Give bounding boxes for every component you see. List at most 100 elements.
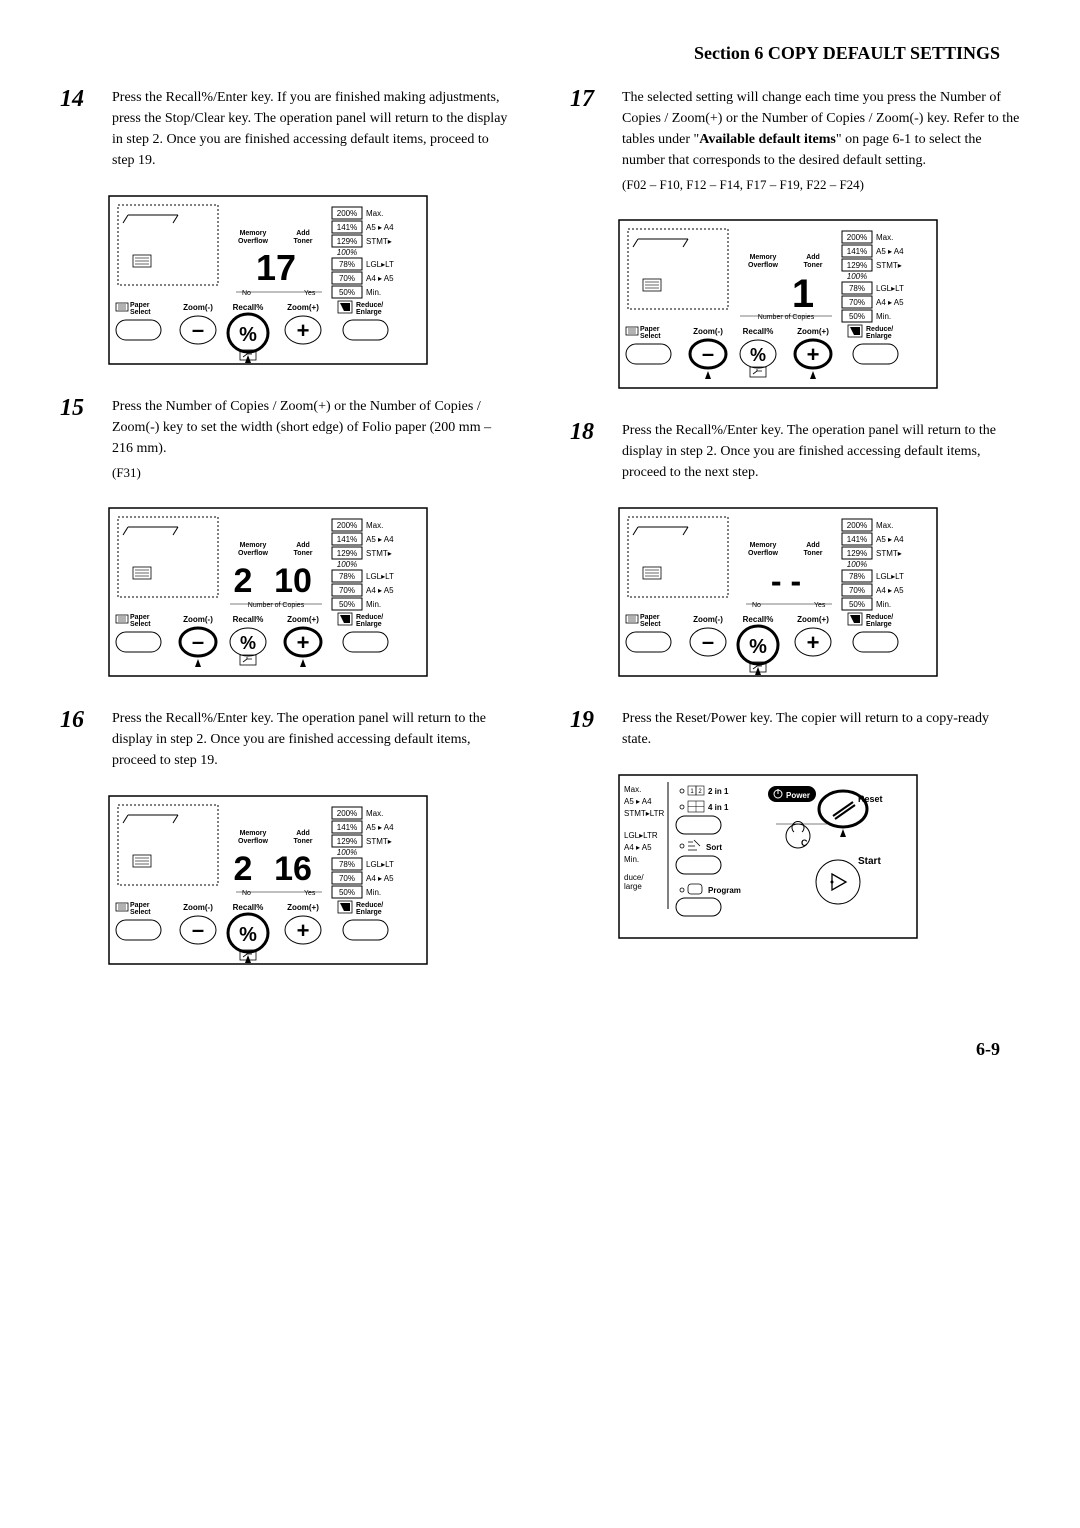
svg-text:STMT▸: STMT▸ — [366, 837, 392, 846]
svg-text:50%: 50% — [849, 312, 865, 321]
step-text: Press the Number of Copies / Zoom(+) or … — [112, 396, 510, 487]
svg-text:AddToner: AddToner — [804, 254, 823, 269]
svg-text:STMT▸: STMT▸ — [366, 549, 392, 558]
step-number: 18 — [570, 420, 606, 444]
svg-text:129%: 129% — [337, 237, 357, 246]
svg-text:PaperSelect: PaperSelect — [130, 902, 151, 916]
svg-text:duce/large: duce/large — [624, 873, 644, 891]
svg-text:141%: 141% — [337, 823, 357, 832]
svg-text:10: 10 — [274, 562, 312, 600]
left-column: 14 Press the Recall%/Enter key. If you a… — [60, 87, 510, 996]
svg-text:Min.: Min. — [876, 600, 891, 609]
svg-text:A5 ▸ A4: A5 ▸ A4 — [366, 535, 394, 544]
step-15: 15 Press the Number of Copies / Zoom(+) … — [60, 396, 510, 487]
svg-text:PaperSelect: PaperSelect — [130, 614, 151, 628]
svg-text:141%: 141% — [337, 535, 357, 544]
svg-text:Min.: Min. — [624, 855, 639, 864]
svg-text:Zoom(+): Zoom(+) — [797, 615, 829, 624]
svg-text:%: % — [749, 636, 767, 658]
svg-text:141%: 141% — [847, 535, 867, 544]
svg-text:–: – — [192, 917, 204, 942]
svg-text:70%: 70% — [339, 586, 355, 595]
recall-label: Recall% — [233, 303, 264, 312]
svg-text:78%: 78% — [339, 860, 355, 869]
memory-overflow-label: MemoryOverflow — [238, 230, 269, 245]
svg-text:Min.: Min. — [876, 312, 891, 321]
svg-text:A4 ▸ A5: A4 ▸ A5 — [366, 586, 394, 595]
step-number: 14 — [60, 87, 96, 111]
svg-text:129%: 129% — [337, 549, 357, 558]
operation-panel-diagram: MemoryOverflow AddToner 17 No Yes 200%Ma… — [108, 195, 428, 365]
svg-text:+: + — [297, 318, 310, 343]
svg-text:LGL▸LT: LGL▸LT — [366, 572, 394, 581]
power-label: Power — [786, 791, 810, 800]
svg-text:Zoom(+): Zoom(+) — [797, 327, 829, 336]
svg-text:2: 2 — [234, 850, 253, 888]
zoom-plus-label: Zoom(+) — [287, 303, 319, 312]
svg-text:A5 ▸ A4: A5 ▸ A4 — [876, 535, 904, 544]
svg-text:50%: 50% — [339, 600, 355, 609]
svg-text:Zoom(-): Zoom(-) — [693, 615, 723, 624]
svg-text:–: – — [192, 629, 204, 654]
svg-text:%: % — [750, 345, 766, 365]
start-label: Start — [858, 856, 881, 867]
step-number: 15 — [60, 396, 96, 420]
operation-panel-diagram: MemoryOverflow AddToner 2 10 Number of C… — [108, 507, 428, 677]
power-panel-diagram: Max. A5 ▸ A4 STMT▸LTR LGL▸LTR A4 ▸ A5 Mi… — [618, 774, 918, 939]
right-column: 17 The selected setting will change each… — [570, 87, 1020, 996]
svg-text:%: % — [239, 924, 257, 946]
svg-text:200%: 200% — [337, 209, 357, 218]
svg-text:A4 ▸ A5: A4 ▸ A5 — [876, 586, 904, 595]
svg-text:Zoom(+): Zoom(+) — [287, 903, 319, 912]
svg-text:Zoom(-): Zoom(-) — [183, 615, 213, 624]
svg-text:AddToner: AddToner — [294, 542, 313, 557]
svg-text:Zoom(-): Zoom(-) — [183, 903, 213, 912]
program-label: Program — [708, 886, 741, 895]
svg-text:PaperSelect: PaperSelect — [640, 614, 661, 628]
svg-text:A4 ▸ A5: A4 ▸ A5 — [366, 274, 394, 283]
svg-text:PaperSelect: PaperSelect — [640, 326, 661, 340]
page-number: 6-9 — [60, 1036, 1020, 1063]
svg-text:LGL▸LT: LGL▸LT — [876, 572, 904, 581]
svg-text:Min.: Min. — [366, 288, 381, 297]
svg-text:STMT▸LTR: STMT▸LTR — [624, 809, 665, 818]
svg-text:78%: 78% — [849, 572, 865, 581]
step-14: 14 Press the Recall%/Enter key. If you a… — [60, 87, 510, 175]
svg-text:Reduce/Enlarge: Reduce/Enlarge — [866, 614, 893, 628]
svg-text:- -: - - — [771, 563, 801, 599]
svg-text:LGL▸LT: LGL▸LT — [366, 260, 394, 269]
svg-text:141%: 141% — [337, 223, 357, 232]
svg-text:–: – — [702, 341, 714, 366]
svg-text:LGL▸LT: LGL▸LT — [876, 284, 904, 293]
paper-select-label: PaperSelect — [130, 302, 151, 316]
svg-text:70%: 70% — [339, 274, 355, 283]
svg-text:C: C — [801, 838, 808, 848]
svg-text:78%: 78% — [849, 284, 865, 293]
display-value: 17 — [256, 247, 296, 288]
svg-text:No: No — [242, 890, 251, 897]
section-header: Section 6 COPY DEFAULT SETTINGS — [60, 40, 1020, 67]
svg-text:Min.: Min. — [366, 600, 381, 609]
svg-text:%: % — [240, 633, 256, 653]
svg-text:200%: 200% — [337, 521, 357, 530]
two-in-one-label: 2 in 1 — [708, 787, 729, 796]
svg-text:70%: 70% — [849, 298, 865, 307]
svg-text:129%: 129% — [337, 837, 357, 846]
svg-text:100%: 100% — [847, 560, 867, 569]
svg-text:MemoryOverflow: MemoryOverflow — [238, 830, 269, 845]
step-text: Press the Recall%/Enter key. The operati… — [112, 708, 510, 775]
svg-text:A5 ▸ A4: A5 ▸ A4 — [876, 247, 904, 256]
svg-text:STMT▸: STMT▸ — [366, 237, 392, 246]
svg-text:Max.: Max. — [366, 521, 383, 530]
step-number: 19 — [570, 708, 606, 732]
svg-text:2: 2 — [698, 789, 702, 795]
svg-text:70%: 70% — [339, 874, 355, 883]
number-of-copies-label: Number of Copies — [248, 602, 305, 609]
step-17: 17 The selected setting will change each… — [570, 87, 1020, 199]
svg-text:70%: 70% — [849, 586, 865, 595]
svg-text:LGL▸LTR: LGL▸LTR — [624, 831, 658, 840]
step-16: 16 Press the Recall%/Enter key. The oper… — [60, 708, 510, 775]
svg-text:100%: 100% — [337, 560, 357, 569]
svg-text:MemoryOverflow: MemoryOverflow — [748, 254, 779, 269]
svg-text:+: + — [297, 630, 310, 655]
